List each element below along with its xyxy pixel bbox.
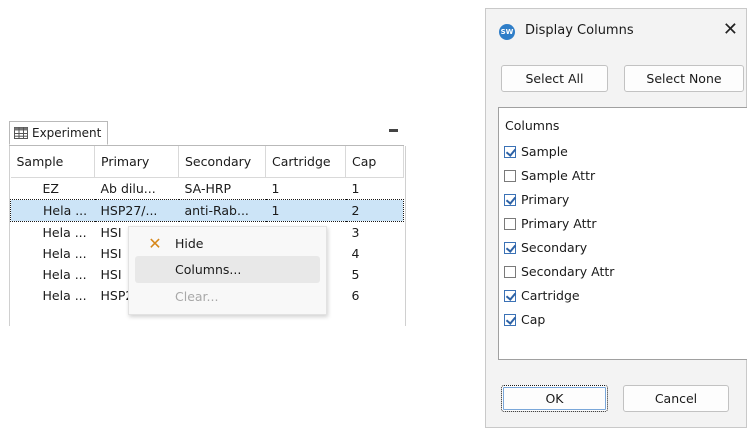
checkbox[interactable] (504, 169, 516, 182)
column-option-secondary-attr[interactable]: Secondary Attr (504, 264, 614, 279)
x-icon: ✕ (148, 234, 162, 253)
menu-item-hide[interactable]: ✕ Hide (135, 230, 320, 257)
table-cell: Ab dilu... (100, 181, 156, 196)
checkbox[interactable] (504, 145, 516, 158)
table-cell: 1 (265, 199, 346, 222)
checkbox[interactable] (504, 313, 516, 326)
checkbox[interactable] (504, 217, 516, 230)
checkbox[interactable] (504, 193, 516, 206)
table-cell: 2 (345, 199, 404, 222)
column-option-sample-attr[interactable]: Sample Attr (504, 168, 595, 183)
column-option-primary-attr[interactable]: Primary Attr (504, 216, 597, 231)
tab-experiment[interactable]: Experiment (9, 121, 109, 145)
title-bar: SW Display Columns ✕ (486, 9, 746, 53)
checkbox[interactable] (504, 265, 516, 278)
close-icon[interactable]: ✕ (723, 19, 738, 40)
select-all-button[interactable]: Select All (501, 65, 608, 92)
table-cell: Hela ... (42, 288, 87, 303)
checkbox-label: Primary Attr (521, 216, 597, 231)
column-option-sample[interactable]: Sample (504, 144, 568, 159)
table-cell: 3 (351, 225, 360, 240)
column-header-sample[interactable]: Sample (10, 146, 95, 178)
checkbox-label: Secondary Attr (521, 264, 615, 279)
tab-strip: Experiment (9, 119, 404, 146)
table-cell: Hela ... (42, 225, 87, 240)
cancel-button[interactable]: Cancel (623, 385, 729, 412)
table-cell: Hela ... (42, 267, 87, 282)
table-cell: 1 (271, 181, 280, 196)
display-columns-dialog: SW Display Columns ✕ Select All Select N… (485, 8, 747, 428)
table-cell: 5 (351, 267, 360, 282)
checkbox-label: Cap (521, 312, 546, 327)
table-cell: anti-Rab... (178, 199, 266, 222)
checkbox-label: Sample (521, 144, 568, 159)
minimize-icon[interactable] (389, 129, 398, 132)
ok-button[interactable]: OK (501, 385, 608, 412)
context-menu: ✕ Hide Columns... Clear... (128, 226, 327, 315)
table-cell: 1 (351, 181, 360, 196)
column-option-cap[interactable]: Cap (504, 312, 545, 327)
column-option-primary[interactable]: Primary (504, 192, 569, 207)
column-header-secondary[interactable]: Secondary (178, 146, 266, 178)
columns-group: Columns Sample Sample Attr Primary Primary … (498, 107, 747, 360)
checkbox-label: Primary (521, 192, 570, 207)
columns-label: Columns (505, 118, 560, 133)
table-cell: 6 (351, 288, 360, 303)
dialog-title: Display Columns (525, 23, 634, 38)
column-header-cap[interactable]: Cap (345, 146, 404, 178)
table-cell: Hela ... (42, 246, 87, 261)
menu-item-clear[interactable]: Clear... (135, 283, 320, 310)
app-logo: SW (499, 24, 515, 40)
checkbox[interactable] (504, 241, 516, 254)
table-icon (14, 127, 28, 139)
checkbox-label: Secondary (521, 240, 588, 255)
column-option-secondary[interactable]: Secondary (504, 240, 587, 255)
checkbox[interactable] (504, 289, 516, 302)
table-row[interactable]: EZ Ab dilu... SA-HRP 1 1 (11, 178, 404, 200)
column-header-primary[interactable]: Primary (94, 146, 179, 178)
table-cell: 4 (351, 246, 360, 261)
column-header-cartridge[interactable]: Cartridge (265, 146, 346, 178)
checkbox-label: Sample Attr (521, 168, 596, 183)
table-cell: HSP27/... (94, 199, 179, 222)
menu-item-columns[interactable]: Columns... (135, 256, 320, 283)
checkbox-label: Cartridge (521, 288, 580, 303)
tab-label: Experiment (32, 126, 102, 140)
table-cell: EZ (42, 181, 59, 196)
table-row[interactable]: Hela ... HSP27/... anti-Rab... 1 2 (10, 199, 404, 222)
table-cell: Hela ... (10, 199, 95, 222)
column-option-cartridge[interactable]: Cartridge (504, 288, 580, 303)
select-none-button[interactable]: Select None (624, 65, 744, 92)
table-cell: SA-HRP (184, 181, 232, 196)
